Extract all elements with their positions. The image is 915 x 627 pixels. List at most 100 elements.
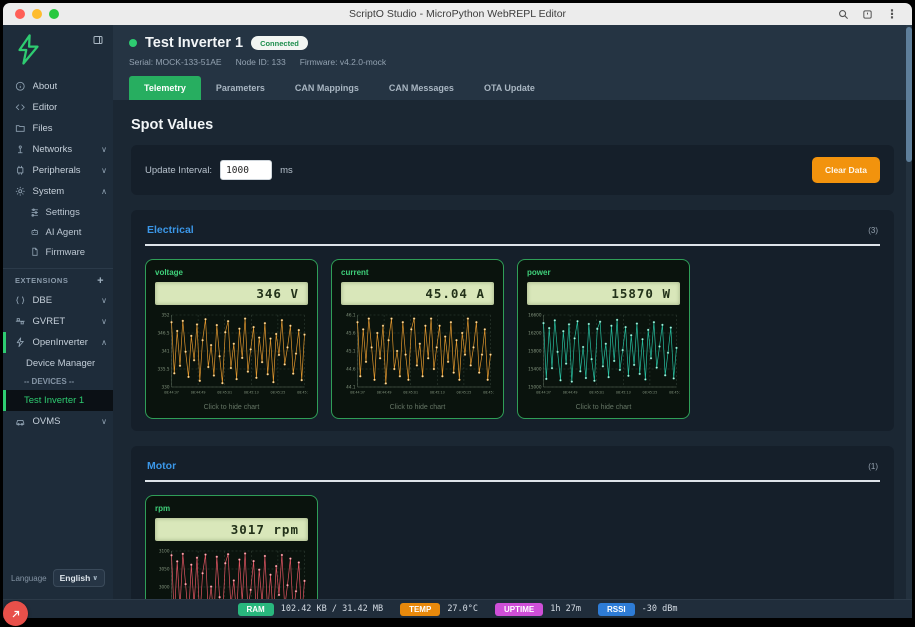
gauge-card-rpm[interactable]: rpm 3017 rpm 2900295030003050310008:44:3… [145,495,318,599]
tab-can-mappings[interactable]: CAN Mappings [280,76,374,100]
extensions-icon[interactable] [862,9,873,20]
minimize-window-button[interactable] [32,9,42,19]
sidebar: About Editor Files Networks ∨ Peri [3,25,113,599]
menu-kebab-icon[interactable]: ⋮ [886,7,898,21]
sidebar-item-settings[interactable]: Settings [3,202,113,222]
tab-ota-update[interactable]: OTA Update [469,76,550,100]
sidebar-item-peripherals[interactable]: Peripherals ∨ [3,160,113,181]
gauge-label: rpm [155,504,308,513]
titlebar: ScriptO Studio - MicroPython WebREPL Edi… [3,3,912,25]
svg-text:15400: 15400 [528,367,542,372]
svg-text:3050: 3050 [159,567,170,572]
svg-text:352: 352 [162,313,170,318]
svg-text:45.6: 45.6 [346,331,356,336]
sidebar-item-label: DBE [33,295,53,306]
sidebar-item-ai-agent[interactable]: AI Agent [3,222,113,242]
svg-text:08:45:37: 08:45:37 [483,391,494,395]
gauge-card-current[interactable]: current 45.04 A 44.144.645.145.646.108:4… [331,259,504,419]
window-title: ScriptO Studio - MicroPython WebREPL Edi… [3,8,912,20]
braces-icon [15,295,26,306]
gauge-label: current [341,268,494,277]
sidebar-item-firmware[interactable]: Firmware [3,242,113,262]
sidebar-item-label: AI Agent [46,227,82,238]
gauge-card-voltage[interactable]: voltage 346 V 330335.5341346.535208:44:3… [145,259,318,419]
svg-text:08:45:13: 08:45:13 [244,391,259,395]
tab-bar: Telemetry Parameters CAN Mappings CAN Me… [129,76,896,100]
collapse-sidebar-icon[interactable] [92,34,104,46]
tab-telemetry[interactable]: Telemetry [129,76,201,100]
sidebar-item-label: Peripherals [33,165,81,176]
bus-icon [15,316,26,327]
device-name: Test Inverter 1 [145,35,243,51]
extensions-header-label: EXTENSIONS [15,276,68,285]
devices-divider-label: -- DEVICES -- [24,377,74,386]
sidebar-item-system[interactable]: System ∧ [3,181,113,202]
language-select[interactable]: English ∨ [53,569,105,587]
sidebar-item-label: Test Inverter 1 [24,395,84,406]
update-interval-input[interactable] [220,160,272,180]
launcher-badge[interactable] [3,601,28,626]
sidebar-item-ovms[interactable]: OVMS ∨ [3,411,113,432]
svg-text:46.1: 46.1 [346,313,356,318]
section-title: Motor [147,460,176,472]
add-extension-icon[interactable]: + [97,277,104,285]
section-count: (3) [868,226,878,235]
gauge-card-power[interactable]: power 15870 W 15000154001580016200166000… [517,259,690,419]
svg-text:16200: 16200 [528,331,542,336]
chevron-down-icon: ∨ [101,417,107,426]
code-icon [15,102,26,113]
status-ram: RAM 102.42 KB / 31.42 MB [238,603,384,616]
sidebar-item-device-manager[interactable]: Device Manager [3,353,113,373]
scrollbar-thumb[interactable] [906,27,912,162]
car-icon [15,416,26,427]
sidebar-item-label: Settings [46,207,80,218]
close-window-button[interactable] [15,9,25,19]
section-electrical: Electrical (3) voltage 346 V 330335.5341… [131,210,894,431]
svg-text:15000: 15000 [528,385,542,390]
app-logo-bolt-icon [15,34,42,66]
hide-chart-caption: Click to hide chart [341,404,494,411]
info-icon [15,81,26,92]
svg-text:3100: 3100 [159,549,170,554]
chevron-down-icon: ∨ [92,574,98,582]
chart-power: 150001540015800162001660008:44:3708:44:4… [527,311,680,400]
svg-text:330: 330 [162,385,170,390]
sidebar-item-label: Device Manager [26,358,95,369]
status-uptime: UPTIME 1h 27m [495,603,581,616]
search-icon[interactable] [838,9,849,20]
svg-text:08:45:13: 08:45:13 [430,391,445,395]
language-value: English [60,573,91,583]
sidebar-item-test-inverter-1[interactable]: Test Inverter 1 [3,390,113,411]
sidebar-item-label: Firmware [46,247,86,258]
hide-chart-caption: Click to hide chart [155,404,308,411]
sidebar-item-about[interactable]: About [3,76,113,97]
chevron-up-icon: ∧ [101,338,107,347]
sidebar-item-networks[interactable]: Networks ∨ [3,139,113,160]
device-header: Test Inverter 1 Connected Serial: MOCK-1… [113,25,912,100]
sidebar-item-dbe[interactable]: DBE ∨ [3,290,113,311]
gauge-label: power [527,268,680,277]
rssi-value: -30 dBm [642,604,678,614]
tab-parameters[interactable]: Parameters [201,76,280,100]
sidebar-item-files[interactable]: Files [3,118,113,139]
chart-voltage: 330335.5341346.535208:44:3708:44:4908:45… [155,311,308,400]
sidebar-item-label: OVMS [33,416,61,427]
maximize-window-button[interactable] [49,9,59,19]
svg-text:15800: 15800 [528,349,542,354]
status-rssi: RSSI -30 dBm [598,603,678,616]
sidebar-item-label: Files [33,123,53,134]
connection-status-dot [129,39,137,47]
vertical-scrollbar[interactable] [906,25,912,599]
svg-text:08:45:37: 08:45:37 [297,391,308,395]
section-motor: Motor (1) rpm 3017 rpm 29002950300030503… [131,446,894,599]
svg-text:341: 341 [162,349,170,354]
page-title: Spot Values [131,117,894,133]
tab-can-messages[interactable]: CAN Messages [374,76,469,100]
sidebar-item-openinverter[interactable]: OpenInverter ∧ [3,332,113,353]
sidebar-item-gvret[interactable]: GVRET ∨ [3,311,113,332]
status-temp: TEMP 27.0°C [400,603,478,616]
clear-data-button[interactable]: Clear Data [812,157,880,183]
svg-text:08:44:37: 08:44:37 [536,391,551,395]
sidebar-item-editor[interactable]: Editor [3,97,113,118]
device-node-id: Node ID: 133 [236,57,286,67]
